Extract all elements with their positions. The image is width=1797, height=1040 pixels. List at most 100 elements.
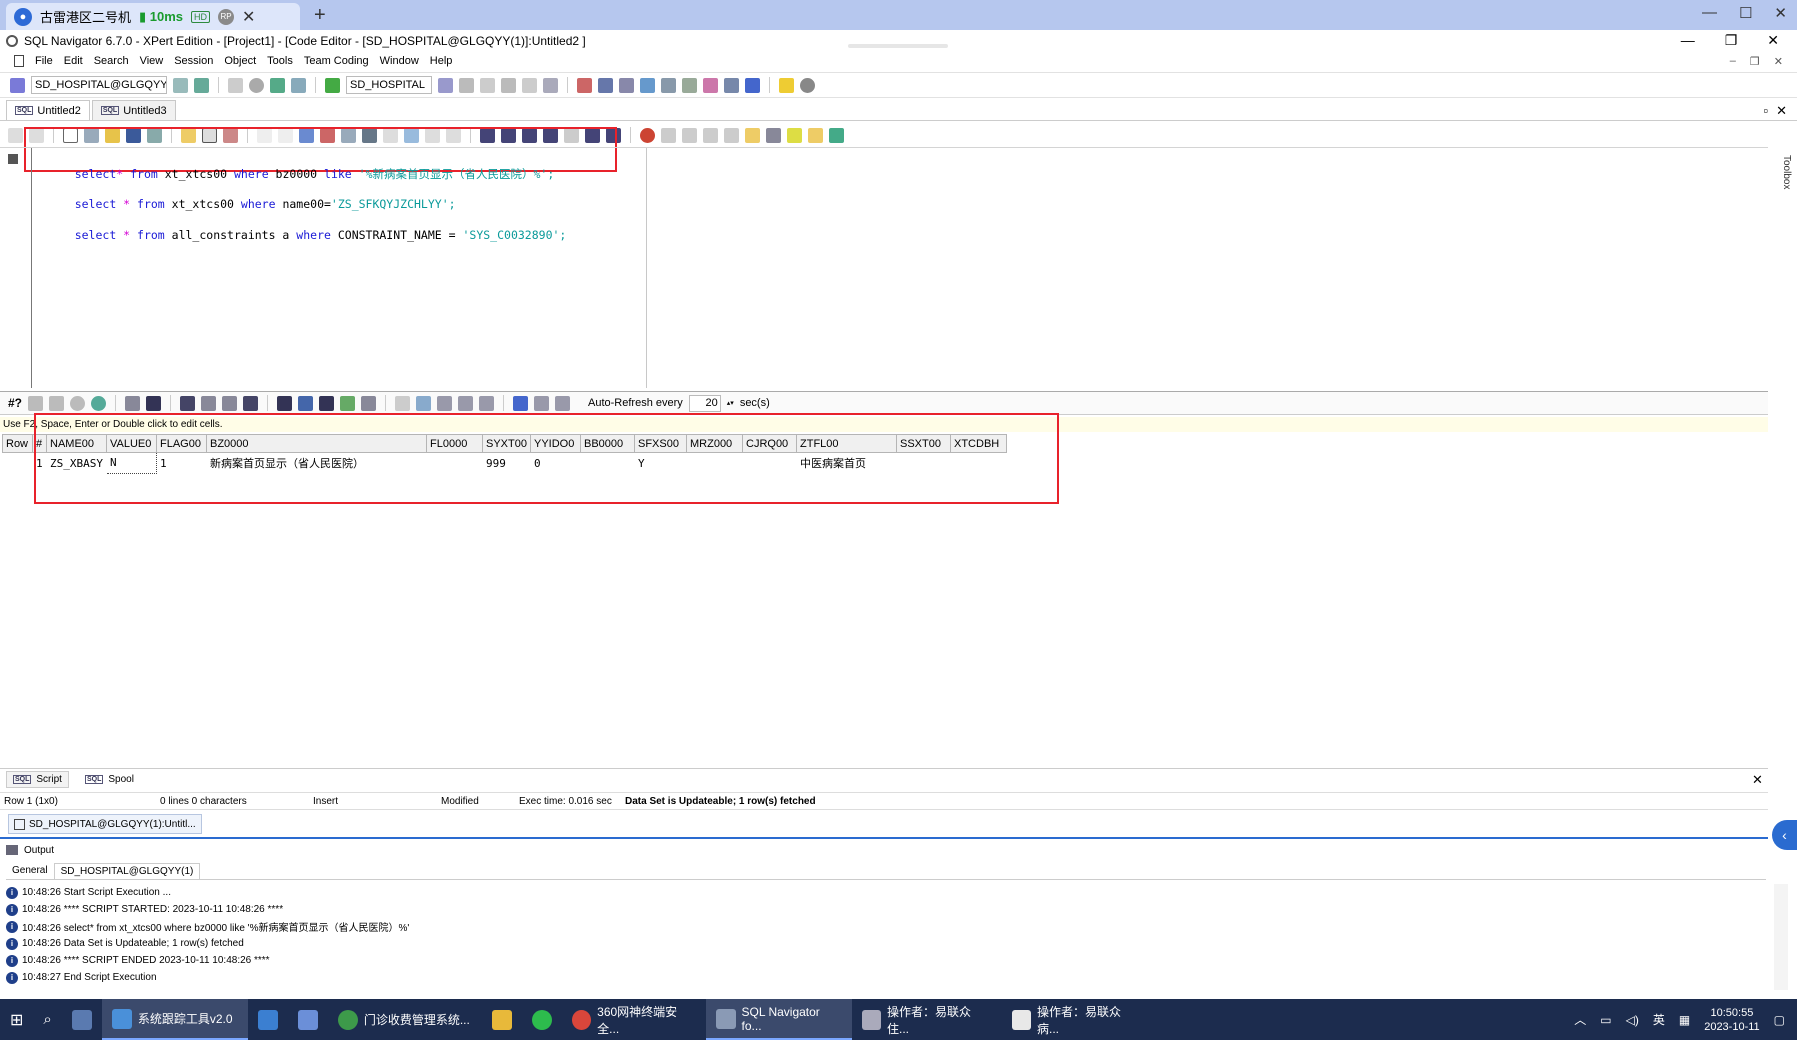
close-icon[interactable]: ✕ (1774, 4, 1787, 22)
diagram-icon[interactable] (724, 77, 739, 93)
print-icon[interactable] (125, 395, 141, 411)
rollback-icon[interactable] (361, 395, 377, 411)
paste-icon[interactable] (703, 127, 718, 143)
menu-file[interactable]: File (35, 55, 53, 67)
first-record-icon[interactable] (180, 395, 196, 411)
tab-general[interactable]: General (6, 863, 54, 878)
taskbar-item-operator-1[interactable]: 操作者：易联众 住... (852, 999, 1002, 1040)
taskbar-item-sql-navigator[interactable]: SQL Navigator fo... (705, 999, 852, 1040)
run-icon[interactable] (745, 77, 760, 93)
pause-icon[interactable] (228, 77, 243, 93)
refresh-interval-input[interactable] (688, 394, 721, 412)
highlight-icon[interactable] (787, 127, 802, 143)
sql-editor[interactable]: select* from xt_xtcs00 where bz0000 like… (0, 147, 1768, 388)
mdi-restore-icon[interactable]: ❐ (1750, 55, 1760, 68)
tree-icon[interactable] (480, 77, 495, 93)
d-icon[interactable] (437, 395, 453, 411)
taskbar-app-icon[interactable] (248, 999, 288, 1040)
hash-button[interactable]: #? (8, 396, 22, 410)
bulb-icon[interactable] (745, 127, 760, 143)
output-scrollbar[interactable] (1774, 884, 1788, 990)
schema-select[interactable]: SD_HOSPITAL (346, 76, 432, 94)
minimize-icon[interactable]: — (1702, 4, 1717, 22)
n-icon[interactable] (458, 395, 474, 411)
window-icon[interactable] (577, 77, 592, 93)
menu-edit[interactable]: Edit (64, 55, 83, 67)
mdi-close-icon[interactable]: ✕ (1774, 55, 1783, 68)
tab-spool[interactable]: SQL Spool (79, 772, 140, 787)
commit-icon[interactable] (340, 395, 356, 411)
remote-session-tab[interactable]: ● 古雷港区二号机 ▮ 10ms HD RP ✕ (6, 3, 300, 30)
close-icon[interactable]: ✕ (1767, 32, 1779, 49)
connection-select[interactable]: SD_HOSPITAL@GLGQYY(1) (31, 76, 167, 94)
refresh-session-icon[interactable] (194, 77, 209, 93)
taskbar-app-icon[interactable] (288, 999, 328, 1040)
filter-icon[interactable] (28, 395, 44, 411)
stop-icon[interactable] (249, 77, 264, 93)
menu-view[interactable]: View (140, 55, 164, 67)
compare-icon[interactable] (703, 77, 718, 93)
menu-help[interactable]: Help (430, 55, 453, 67)
columns-icon[interactable] (555, 395, 571, 411)
taskbar-item-360-security[interactable]: 360网神终端安全... (562, 999, 706, 1040)
object-icon[interactable] (459, 77, 474, 93)
volume-icon[interactable]: ◁) (1626, 1013, 1639, 1027)
tab-script[interactable]: SQL Script (6, 771, 69, 788)
help-icon[interactable] (779, 77, 794, 93)
report-icon[interactable] (543, 77, 558, 93)
sql-line-3[interactable]: select * from all_constraints a where CO… (47, 214, 567, 256)
maximize-icon[interactable]: ☐ (1739, 4, 1752, 22)
minimize-icon[interactable]: — (1681, 32, 1695, 49)
prev-record-icon[interactable] (201, 395, 217, 411)
close-icon[interactable]: ✕ (242, 7, 255, 27)
export-icon[interactable] (619, 77, 634, 93)
last-record-icon[interactable] (243, 395, 259, 411)
tools-icon[interactable] (682, 77, 697, 93)
taskbar-item-operator-2[interactable]: 操作者：易联众 病... (1002, 999, 1152, 1040)
ime-indicator[interactable]: 英 (1653, 1011, 1665, 1028)
explain-plan-icon[interactable] (438, 77, 453, 93)
editor-split-divider[interactable] (646, 148, 647, 388)
taskbar-item-trace-tool[interactable]: 系统跟踪工具v2.0 (101, 999, 248, 1040)
keyboard-icon[interactable]: ▦ (1679, 1013, 1690, 1027)
taskbar-item-clinic-billing[interactable]: 门诊收费管理系统... (328, 999, 482, 1040)
form-view-icon[interactable] (534, 395, 550, 411)
schema-tree-icon[interactable] (325, 77, 340, 93)
chevron-left-icon[interactable]: ‹ (1772, 820, 1797, 850)
template-icon[interactable] (766, 127, 781, 143)
next-record-icon[interactable] (222, 395, 238, 411)
tab-untitled2[interactable]: SQL Untitled2 (6, 100, 90, 120)
menu-search[interactable]: Search (94, 55, 129, 67)
tab-untitled3[interactable]: SQL Untitled3 (91, 100, 176, 120)
target-icon[interactable] (640, 127, 655, 143)
search-icon[interactable] (808, 127, 823, 143)
menu-team-coding[interactable]: Team Coding (304, 55, 369, 67)
new-tab-icon[interactable]: + (314, 4, 326, 27)
mdi-minimize-icon[interactable]: – (1730, 55, 1736, 68)
grid-column-header[interactable]: Row (2, 434, 33, 453)
rollback-icon[interactable] (291, 77, 306, 93)
grid-cell[interactable] (3, 453, 33, 474)
insert-icon[interactable] (298, 395, 314, 411)
stepper-icon[interactable]: ▴▾ (727, 399, 734, 407)
notification-icon[interactable]: ▢ (1774, 1013, 1785, 1027)
menu-object[interactable]: Object (224, 55, 256, 67)
task-view-icon[interactable] (62, 999, 102, 1040)
search-icon[interactable]: ⌕ (33, 999, 61, 1040)
close-icon[interactable]: ✕ (1752, 772, 1763, 788)
table-icon[interactable] (522, 77, 537, 93)
tab-connection-output[interactable]: SD_HOSPITAL@GLGQYY(1) (53, 862, 201, 879)
start-button[interactable]: ⊞ (0, 999, 33, 1040)
add-row-icon[interactable] (277, 395, 293, 411)
filter-clear-icon[interactable] (49, 395, 65, 411)
restore-icon[interactable]: ❐ (1725, 32, 1738, 49)
grid-select-icon[interactable] (395, 395, 411, 411)
connect-icon[interactable] (10, 77, 25, 93)
refresh-icon[interactable] (91, 395, 107, 411)
menu-window[interactable]: Window (380, 55, 419, 67)
nd-icon[interactable] (479, 395, 495, 411)
menu-tools[interactable]: Tools (267, 55, 293, 67)
grid-view-icon[interactable] (513, 395, 529, 411)
network-icon[interactable]: ▭ (1600, 1013, 1611, 1027)
back-icon[interactable] (8, 127, 23, 143)
